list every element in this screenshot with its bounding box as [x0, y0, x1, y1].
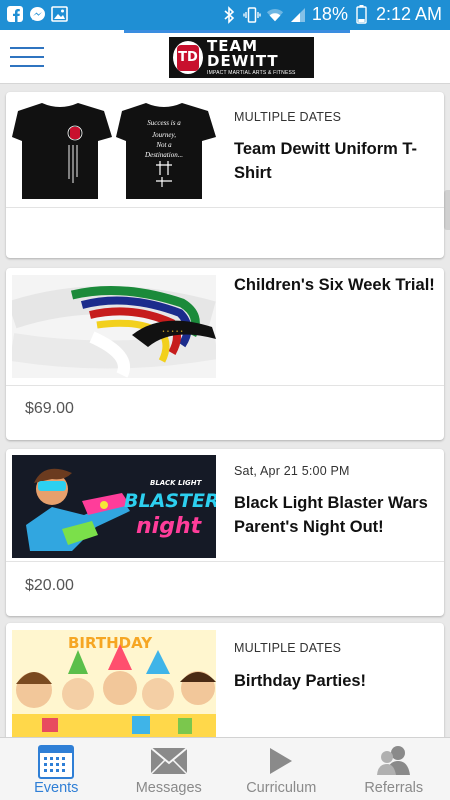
event-date: MULTIPLE DATES [234, 110, 342, 124]
tab-curriculum[interactable]: Curriculum [225, 738, 338, 800]
svg-text:Destination...: Destination... [144, 151, 183, 159]
event-card-birthday-parties[interactable]: BIRTHDAY MULTIPLE DATES Birthday Parties… [6, 623, 444, 737]
logo-title-bottom: DEWITT [207, 52, 279, 70]
battery-percent: 18% [311, 4, 348, 24]
messenger-icon [28, 5, 46, 23]
birthday-image: BIRTHDAY [12, 630, 216, 737]
event-title: Birthday Parties! [234, 672, 367, 690]
svg-text:night: night [136, 514, 203, 539]
bluetooth-icon [220, 5, 238, 24]
card-divider [6, 385, 444, 386]
svg-text:BLACK LIGHT: BLACK LIGHT [150, 479, 203, 487]
logo-emblem: TD [173, 41, 203, 74]
tab-label: Curriculum [246, 780, 317, 796]
wifi-icon [266, 6, 284, 24]
gallery-icon [50, 5, 68, 23]
vibrate-icon [243, 6, 261, 24]
svg-text:BLASTER: BLASTER [124, 490, 216, 512]
play-icon [261, 744, 301, 778]
clock: 2:12 AM [375, 4, 442, 24]
card-divider [6, 561, 444, 562]
signal-icon [289, 6, 307, 24]
status-bar: 18% 2:12 AM [0, 0, 450, 30]
svg-text:• • • • •: • • • • • [162, 329, 183, 335]
tab-referrals[interactable]: Referrals [338, 738, 450, 800]
event-title: Team Dewitt Uniform T-Shirt [234, 140, 418, 182]
svg-text:Journey,: Journey, [152, 131, 176, 139]
bottom-navigation: Events Messages Curriculum Referrals [0, 737, 450, 800]
tab-label: Events [34, 780, 79, 796]
svg-text:BIRTHDAY: BIRTHDAY [68, 634, 153, 652]
card-divider [6, 207, 444, 208]
events-list[interactable]: Success is a Journey, Not a Destination.… [0, 85, 450, 737]
calendar-icon [36, 744, 76, 779]
tab-label: Referrals [364, 780, 424, 796]
event-date: Sat, Apr 21 5:00 PM [234, 464, 350, 478]
belts-image: • • • • • [12, 275, 216, 378]
tab-label: Messages [135, 780, 202, 796]
event-title: Children's Six Week Trial! [234, 276, 435, 294]
event-card-uniform-tshirt[interactable]: Success is a Journey, Not a Destination.… [6, 92, 444, 258]
tshirt-image: Success is a Journey, Not a Destination.… [12, 99, 216, 202]
loading-bar [124, 30, 350, 33]
tab-events[interactable]: Events [0, 738, 113, 800]
menu-button[interactable] [10, 44, 44, 68]
svg-text:Success is a: Success is a [147, 119, 181, 127]
team-dewitt-logo: TD TEAM DEWITT IMPACT MARTIAL ARTS & FIT… [169, 37, 314, 78]
event-date: MULTIPLE DATES [234, 641, 342, 655]
event-title: Black Light Blaster Wars Parent's Night … [234, 494, 428, 536]
event-price: $20.00 [25, 577, 74, 594]
notification-icons [6, 5, 68, 23]
event-card-blaster-night[interactable]: BLACK LIGHT BLASTER night Sat, Apr 21 5:… [6, 449, 444, 616]
app-header: TD TEAM DEWITT IMPACT MARTIAL ARTS & FIT… [0, 30, 450, 84]
tab-messages[interactable]: Messages [113, 738, 226, 800]
battery-icon [353, 5, 371, 24]
scrollbar[interactable] [444, 190, 450, 230]
people-icon [374, 744, 414, 778]
system-status: 18% 2:12 AM [220, 4, 442, 25]
envelope-icon [149, 744, 189, 778]
facebook-icon [6, 5, 24, 23]
svg-text:Not a: Not a [155, 141, 172, 149]
blaster-night-image: BLACK LIGHT BLASTER night [12, 455, 216, 558]
event-card-six-week-trial[interactable]: • • • • • Children's Six Week Trial! $69… [6, 268, 444, 440]
event-price: $69.00 [25, 400, 74, 417]
logo-subtitle: IMPACT MARTIAL ARTS & FITNESS [207, 70, 296, 76]
